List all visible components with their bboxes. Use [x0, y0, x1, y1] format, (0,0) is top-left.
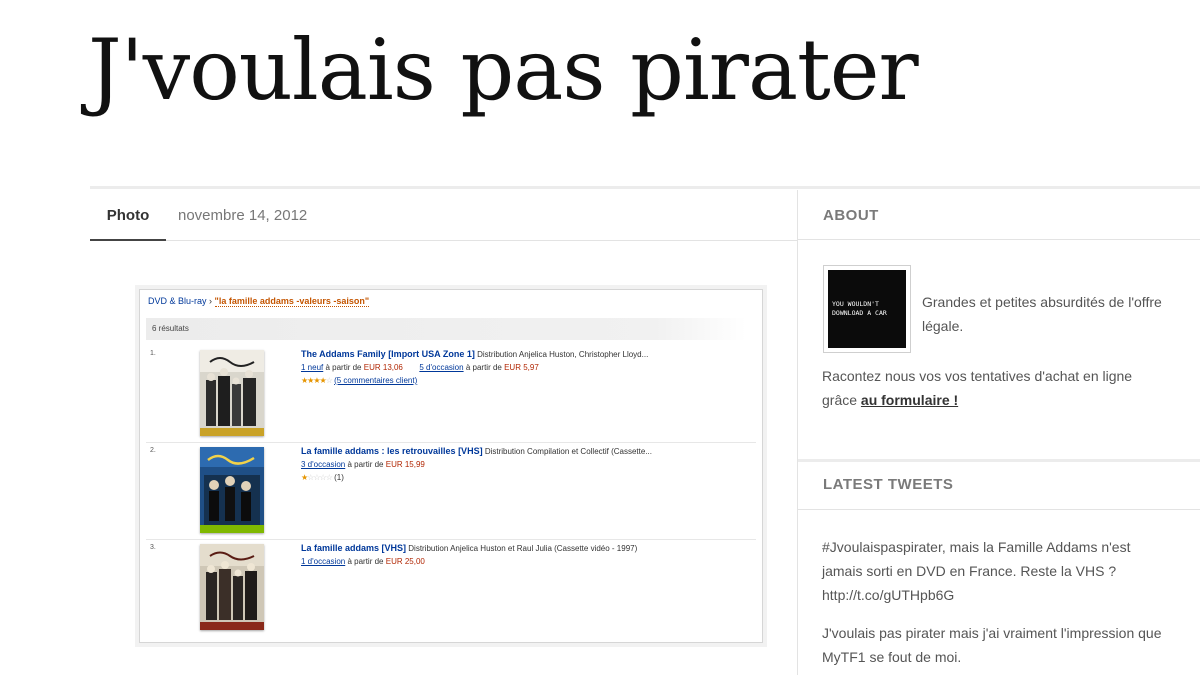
- result-details: The Addams Family [Import USA Zone 1] Di…: [301, 348, 756, 387]
- list-item: 3. La famille addams [VHS] Distribution: [146, 540, 756, 636]
- result-title: La famille addams [VHS]: [301, 543, 407, 553]
- site-title[interactable]: J'voulais pas pirater: [88, 28, 919, 112]
- post-date[interactable]: novembre 14, 2012: [178, 196, 307, 236]
- offer-used-link: 5 d'occasion: [419, 363, 464, 372]
- offer-new-text: à partir de: [325, 363, 362, 372]
- review-count: (1): [334, 473, 344, 482]
- result-byline: Distribution Anjelica Huston et Raul Jul…: [408, 544, 638, 553]
- tweets-section-divider: [798, 459, 1200, 462]
- result-count: 6 résultats: [152, 324, 189, 333]
- stars-empty: ☆☆☆☆: [307, 473, 333, 482]
- offer-used-price: EUR 25,00: [385, 557, 425, 566]
- about-heading: ABOUT: [823, 207, 879, 224]
- vhs-cover-thumbnail: [200, 447, 264, 533]
- star-rating: ★★★★☆: [301, 376, 333, 385]
- offer-new-link: 1 neuf: [301, 363, 324, 372]
- header-divider: [90, 186, 1200, 189]
- breadcrumb-separator: ›: [209, 296, 213, 306]
- tweet-item[interactable]: J'voulais pas pirater mais j'ai vraiment…: [822, 621, 1162, 669]
- result-title: The Addams Family [Import USA Zone 1]: [301, 349, 475, 359]
- result-number: 3.: [150, 544, 156, 551]
- breadcrumb-category: DVD & Blu-ray: [148, 296, 207, 306]
- tweets-heading: LATEST TWEETS: [823, 476, 954, 493]
- review-count-link: (5 commentaires client): [334, 376, 418, 385]
- result-number: 2.: [150, 447, 156, 454]
- vhs-cover-thumbnail: [200, 544, 264, 630]
- result-number: 1.: [150, 350, 156, 357]
- post-meta-bar: Photo novembre 14, 2012: [90, 196, 797, 241]
- result-title: La famille addams : les retrouvailles [V…: [301, 446, 483, 456]
- offer-used-text: à partir de: [347, 460, 384, 469]
- offer-used-text: à partir de: [465, 363, 502, 372]
- avatar[interactable]: YOU WOULDN'T DOWNLOAD A CAR: [823, 265, 911, 353]
- offer-new-price: EUR 13,06: [363, 363, 403, 372]
- list-item: 1. The Addams Family [Import USA Zone 1]: [146, 346, 756, 443]
- column-divider: [797, 190, 798, 675]
- breadcrumb-query: "la famille addams -valeurs -saison": [214, 296, 370, 307]
- result-details: La famille addams : les retrouvailles [V…: [301, 445, 756, 484]
- result-byline: Distribution Anjelica Huston, Christophe…: [477, 350, 649, 359]
- result-count-bar: 6 résultats: [146, 318, 746, 340]
- avatar-image: YOU WOULDN'T DOWNLOAD A CAR: [828, 270, 906, 348]
- star-rating: ★☆☆☆☆: [301, 473, 333, 482]
- tweets-heading-divider: [798, 509, 1200, 510]
- offer-used-text: à partir de: [347, 557, 384, 566]
- tweet-item[interactable]: #Jvoulaispaspirater, mais la Famille Add…: [822, 535, 1162, 607]
- offer-used-link: 3 d'occasion: [301, 460, 346, 469]
- dvd-cover-thumbnail: [200, 350, 264, 436]
- offer-used-price: EUR 5,97: [504, 363, 539, 372]
- offer-used-price: EUR 15,99: [385, 460, 425, 469]
- about-cta: Racontez nous vos vos tentatives d'achat…: [822, 364, 1152, 412]
- stars-filled: ★★★★: [301, 376, 327, 385]
- breadcrumb: DVD & Blu-ray › "la famille addams -vale…: [148, 296, 370, 307]
- about-description: Grandes et petites absurdités de l'offre…: [922, 294, 1162, 334]
- result-details: La famille addams [VHS] Distribution Anj…: [301, 542, 756, 568]
- result-byline: Distribution Compilation et Collectif (C…: [484, 447, 652, 456]
- about-heading-divider: [798, 239, 1200, 240]
- avatar-text-line-2: DOWNLOAD A CAR: [832, 309, 887, 317]
- tab-photo[interactable]: Photo: [90, 196, 166, 241]
- form-link[interactable]: au formulaire !: [861, 392, 958, 408]
- stars-empty: ☆: [325, 376, 333, 385]
- post-photo[interactable]: DVD & Blu-ray › "la famille addams -vale…: [139, 289, 763, 643]
- list-item: 2. La famille addams : les retrouvailles…: [146, 443, 756, 540]
- avatar-text-line-1: YOU WOULDN'T: [832, 300, 879, 308]
- offer-used-link: 1 d'occasion: [301, 557, 346, 566]
